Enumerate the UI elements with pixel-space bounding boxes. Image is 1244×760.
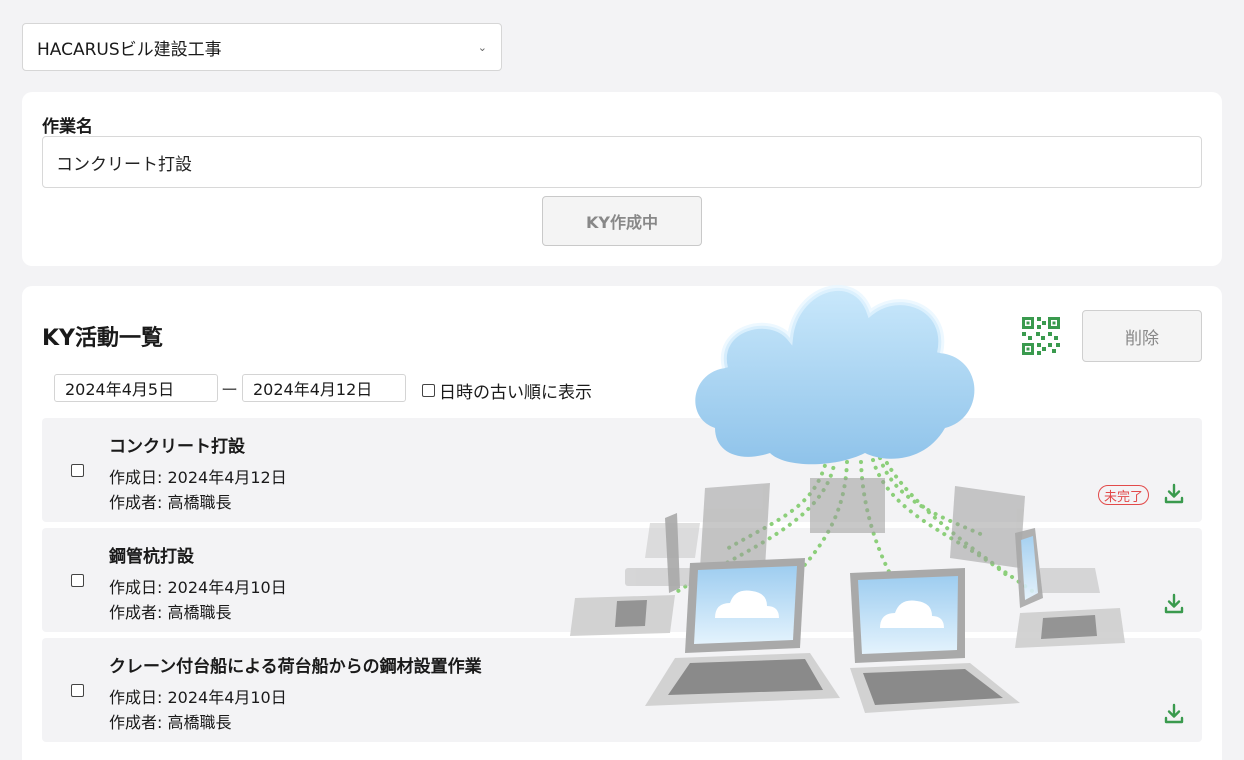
item-title: クレーン付台船による荷台船からの鋼材設置作業 xyxy=(109,657,482,677)
item-author: 作成者: 高橋職長 xyxy=(109,713,232,732)
date-from-input[interactable]: 2024年4月5日 xyxy=(54,374,218,402)
list-item[interactable]: クレーン付台船による荷台船からの鋼材設置作業 作成日: 2024年4月10日 作… xyxy=(42,638,1202,742)
item-date: 作成日: 2024年4月10日 xyxy=(109,578,287,597)
item-checkbox[interactable] xyxy=(71,684,84,697)
item-date: 作成日: 2024年4月12日 xyxy=(109,468,287,487)
task-name-input[interactable] xyxy=(42,136,1202,188)
delete-button[interactable]: 削除 xyxy=(1082,310,1202,362)
item-title: 鋼管杭打設 xyxy=(109,547,194,567)
project-select-value: HACARUSビル建設工事 xyxy=(37,39,222,60)
list-item[interactable]: 鋼管杭打設 作成日: 2024年4月10日 作成者: 高橋職長 xyxy=(42,528,1202,632)
item-author: 作成者: 高橋職長 xyxy=(109,493,232,512)
ky-create-button[interactable]: KY作成中 xyxy=(542,196,702,246)
status-badge: 未完了 xyxy=(1098,485,1150,505)
item-title: コンクリート打設 xyxy=(109,437,245,457)
task-form-card: 作業名 KY作成中 xyxy=(22,92,1222,266)
download-icon[interactable] xyxy=(1162,592,1186,616)
project-select[interactable]: HACARUSビル建設工事 ⌄ xyxy=(22,23,502,71)
list-title: KY活動一覧 xyxy=(42,326,163,351)
sort-oldest-checkbox[interactable]: 日時の古い順に表示 xyxy=(422,378,592,403)
sort-checkbox-label: 日時の古い順に表示 xyxy=(439,383,592,403)
date-to-input[interactable]: 2024年4月12日 xyxy=(242,374,406,402)
sort-checkbox-box[interactable] xyxy=(422,384,435,397)
list-item[interactable]: コンクリート打設 作成日: 2024年4月12日 作成者: 高橋職長 未完了 xyxy=(42,418,1202,522)
task-name-label: 作業名 xyxy=(42,117,93,137)
item-checkbox[interactable] xyxy=(71,574,84,587)
ky-list-card: KY活動一覧 削除 2024年4月5日 ー 2024年4月12日 日時の古い順に… xyxy=(22,286,1222,760)
item-date: 作成日: 2024年4月10日 xyxy=(109,688,287,707)
qr-code-icon[interactable] xyxy=(1022,317,1060,355)
chevron-down-icon: ⌄ xyxy=(477,40,487,54)
download-icon[interactable] xyxy=(1162,702,1186,726)
item-checkbox[interactable] xyxy=(71,464,84,477)
item-author: 作成者: 高橋職長 xyxy=(109,603,232,622)
download-icon[interactable] xyxy=(1162,482,1186,506)
date-range-separator: ー xyxy=(221,381,238,401)
